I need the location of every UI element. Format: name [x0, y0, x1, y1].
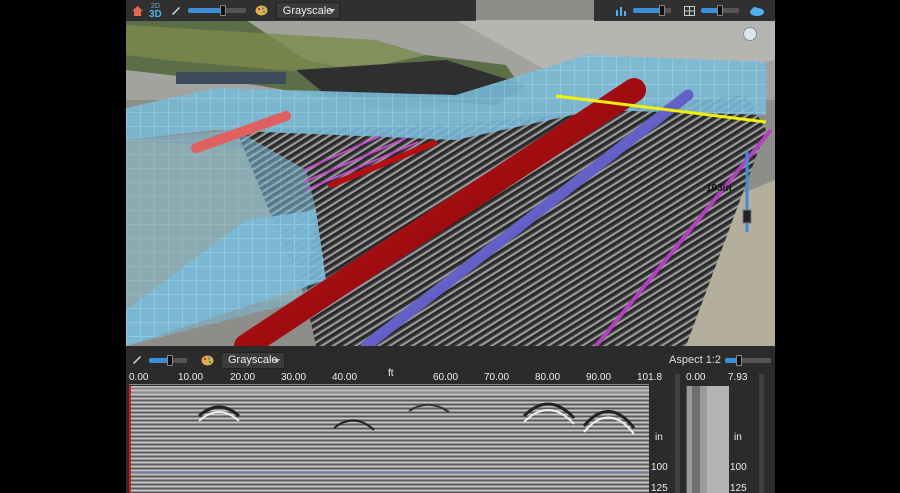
- panel-opacity-slider[interactable]: [149, 354, 187, 366]
- side-scrollbar[interactable]: [675, 374, 680, 493]
- colormap-select-value: Grayscale: [282, 4, 333, 17]
- side-ruler-tick: 0.00: [686, 372, 706, 383]
- depth-label: 100: [651, 462, 668, 473]
- ruler-unit: ft: [388, 368, 394, 379]
- ruler-tick: 90.00: [586, 372, 612, 383]
- ruler-tick: 101.8: [637, 372, 663, 383]
- view-toggle[interactable]: 2D 3D: [149, 3, 162, 20]
- layers-icon[interactable]: [168, 3, 184, 19]
- top-opacity-track: [222, 8, 246, 13]
- ruler-tick: 10.00: [178, 372, 204, 383]
- ruler-tick: 60.00: [433, 372, 459, 383]
- chevron-down-icon: [328, 9, 335, 13]
- side-depth-label: 125: [730, 483, 747, 493]
- top-opacity-slider[interactable]: [187, 5, 246, 16]
- panel-scrollbar[interactable]: [759, 374, 764, 493]
- ruler-tick: 70.00: [484, 372, 510, 383]
- palette-icon[interactable]: [199, 352, 215, 368]
- aspect-knob[interactable]: [735, 354, 742, 366]
- cloud-icon[interactable]: [749, 3, 765, 19]
- gpr-viewer-window: 103in 2D 3D Grayscale Grayscale Aspect 1…: [126, 0, 775, 493]
- colormap-select[interactable]: Grayscale: [275, 2, 340, 19]
- panel-colormap-value: Grayscale: [228, 354, 278, 366]
- top-right-toolbar: [594, 0, 775, 21]
- right-slider-a[interactable]: [633, 5, 671, 16]
- side-ruler-tick: 7.93: [728, 372, 748, 383]
- radargram-image[interactable]: [129, 386, 649, 493]
- depth-label: 125: [651, 483, 668, 493]
- side-depth-unit: in: [734, 432, 742, 443]
- aspect-track: [738, 357, 771, 363]
- aspect-label: Aspect 1:2: [669, 354, 721, 366]
- panel-toolbar: Grayscale Aspect 1:2: [126, 350, 775, 370]
- ruler-tick: 0.00: [129, 372, 149, 383]
- ruler-tick: 30.00: [281, 372, 307, 383]
- panel-opacity-knob[interactable]: [166, 354, 173, 366]
- top-toolbar: 2D 3D Grayscale: [126, 0, 476, 21]
- right-slider-b-knob[interactable]: [717, 5, 723, 16]
- ruler-tick: 20.00: [230, 372, 256, 383]
- depth-badge: 103in: [706, 183, 732, 194]
- right-slider-b[interactable]: [701, 5, 739, 16]
- aspect-slider[interactable]: [725, 354, 771, 366]
- palette-icon[interactable]: [254, 3, 270, 19]
- bar-chart-icon[interactable]: [613, 3, 629, 19]
- side-ruler: 0.00 7.93: [686, 370, 766, 386]
- ruler-tick: 40.00: [332, 372, 358, 383]
- grid-icon[interactable]: [681, 3, 697, 19]
- side-depth-label: 100: [730, 462, 747, 473]
- radargram-panel: Grayscale Aspect 1:2 0.00 10.00 20.00 30…: [126, 346, 775, 493]
- layers-icon[interactable]: [129, 352, 145, 368]
- top-opacity-knob[interactable]: [219, 5, 226, 16]
- depth-unit: in: [655, 432, 663, 443]
- home-icon[interactable]: [129, 3, 145, 19]
- 3d-scene[interactable]: [126, 0, 775, 346]
- right-slider-a-knob[interactable]: [658, 5, 665, 16]
- compass-icon[interactable]: [743, 27, 757, 41]
- 3d-view[interactable]: 103in 2D 3D Grayscale: [126, 0, 775, 346]
- chevron-down-icon: [274, 358, 280, 363]
- panel-colormap-select[interactable]: Grayscale: [221, 351, 285, 369]
- view-toggle-3d[interactable]: 3D: [149, 9, 162, 19]
- ruler-baseline: [129, 384, 649, 385]
- side-profile-image[interactable]: [686, 386, 729, 493]
- ruler-tick: 80.00: [535, 372, 561, 383]
